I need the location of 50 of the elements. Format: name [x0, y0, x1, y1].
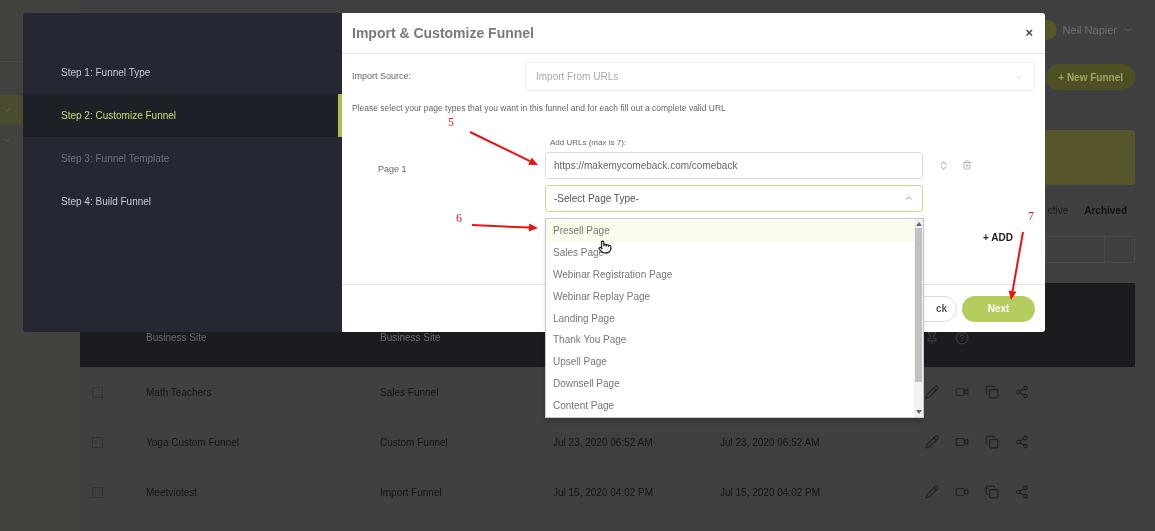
page-type-select[interactable]: -Select Page Type-: [545, 184, 923, 212]
step-tab[interactable]: Step 1: Funnel Type: [23, 51, 342, 94]
scroll-thumb[interactable]: [915, 228, 922, 382]
modal-title: Import & Customize Funnel: [352, 23, 534, 43]
dropdown-option[interactable]: Thank You Page: [546, 329, 914, 351]
dropdown-option[interactable]: Content Page: [546, 394, 914, 417]
edit-icon[interactable]: [925, 485, 939, 499]
url-input[interactable]: https://makemycomeback.com/comeback: [545, 151, 923, 179]
delete-icon[interactable]: [962, 160, 972, 171]
video-icon[interactable]: [955, 435, 969, 449]
scroll-down-icon[interactable]: [915, 410, 922, 414]
share-icon[interactable]: [1015, 485, 1029, 499]
import-source-select[interactable]: Import From URLs: [525, 62, 1035, 91]
scrollbar[interactable]: [914, 219, 923, 417]
annotation-number: 5: [448, 116, 454, 128]
share-icon[interactable]: [1015, 385, 1029, 399]
pin-icon[interactable]: [925, 331, 939, 345]
new-funnel-button[interactable]: + New Funnel: [1046, 64, 1135, 90]
video-icon[interactable]: [955, 485, 969, 499]
dropdown-option[interactable]: Downsell Page: [546, 372, 914, 395]
edit-icon[interactable]: [925, 385, 939, 399]
copy-icon[interactable]: [985, 385, 999, 399]
annotation-arrow: [471, 223, 538, 232]
dropdown-option[interactable]: Landing Page: [546, 307, 914, 329]
funnel-type: Business Site: [380, 331, 442, 345]
help-icon[interactable]: [955, 331, 969, 345]
annotation-number: 7: [1028, 210, 1034, 222]
chevron-icon: [1123, 25, 1133, 35]
funnel-name: Business Site: [146, 331, 208, 345]
dropdown-option[interactable]: Presell Page: [546, 220, 914, 242]
field-label: Import Source:: [352, 69, 413, 83]
urls-label: Add URLs (max is 7):: [549, 136, 628, 149]
close-button[interactable]: ×: [1025, 23, 1033, 43]
dropdown-option[interactable]: Webinar Registration Page: [546, 263, 914, 286]
edit-icon[interactable]: [925, 435, 939, 449]
video-icon[interactable]: [955, 385, 969, 399]
add-button[interactable]: + ADD: [983, 229, 1013, 245]
step-tab[interactable]: Step 2: Customize Funnel: [23, 94, 342, 137]
share-icon[interactable]: [1015, 435, 1029, 449]
dropdown-option[interactable]: Upsell Page: [546, 350, 914, 373]
instruction-text: Please select your page types that you want in this funnel and for each fill out a complete valid URL: [352, 102, 727, 115]
copy-icon[interactable]: [985, 435, 999, 449]
reorder-icon[interactable]: [938, 159, 949, 171]
annotation-arrow: [469, 131, 538, 165]
copy-icon[interactable]: [985, 485, 999, 499]
annotation-number: 6: [456, 212, 462, 224]
page-label: Page 1: [378, 163, 407, 174]
search-field[interactable]: [1045, 236, 1135, 263]
step-tab[interactable]: Step 4: Build Funnel: [23, 180, 342, 223]
dropdown-option[interactable]: Webinar Replay Page: [546, 285, 914, 308]
